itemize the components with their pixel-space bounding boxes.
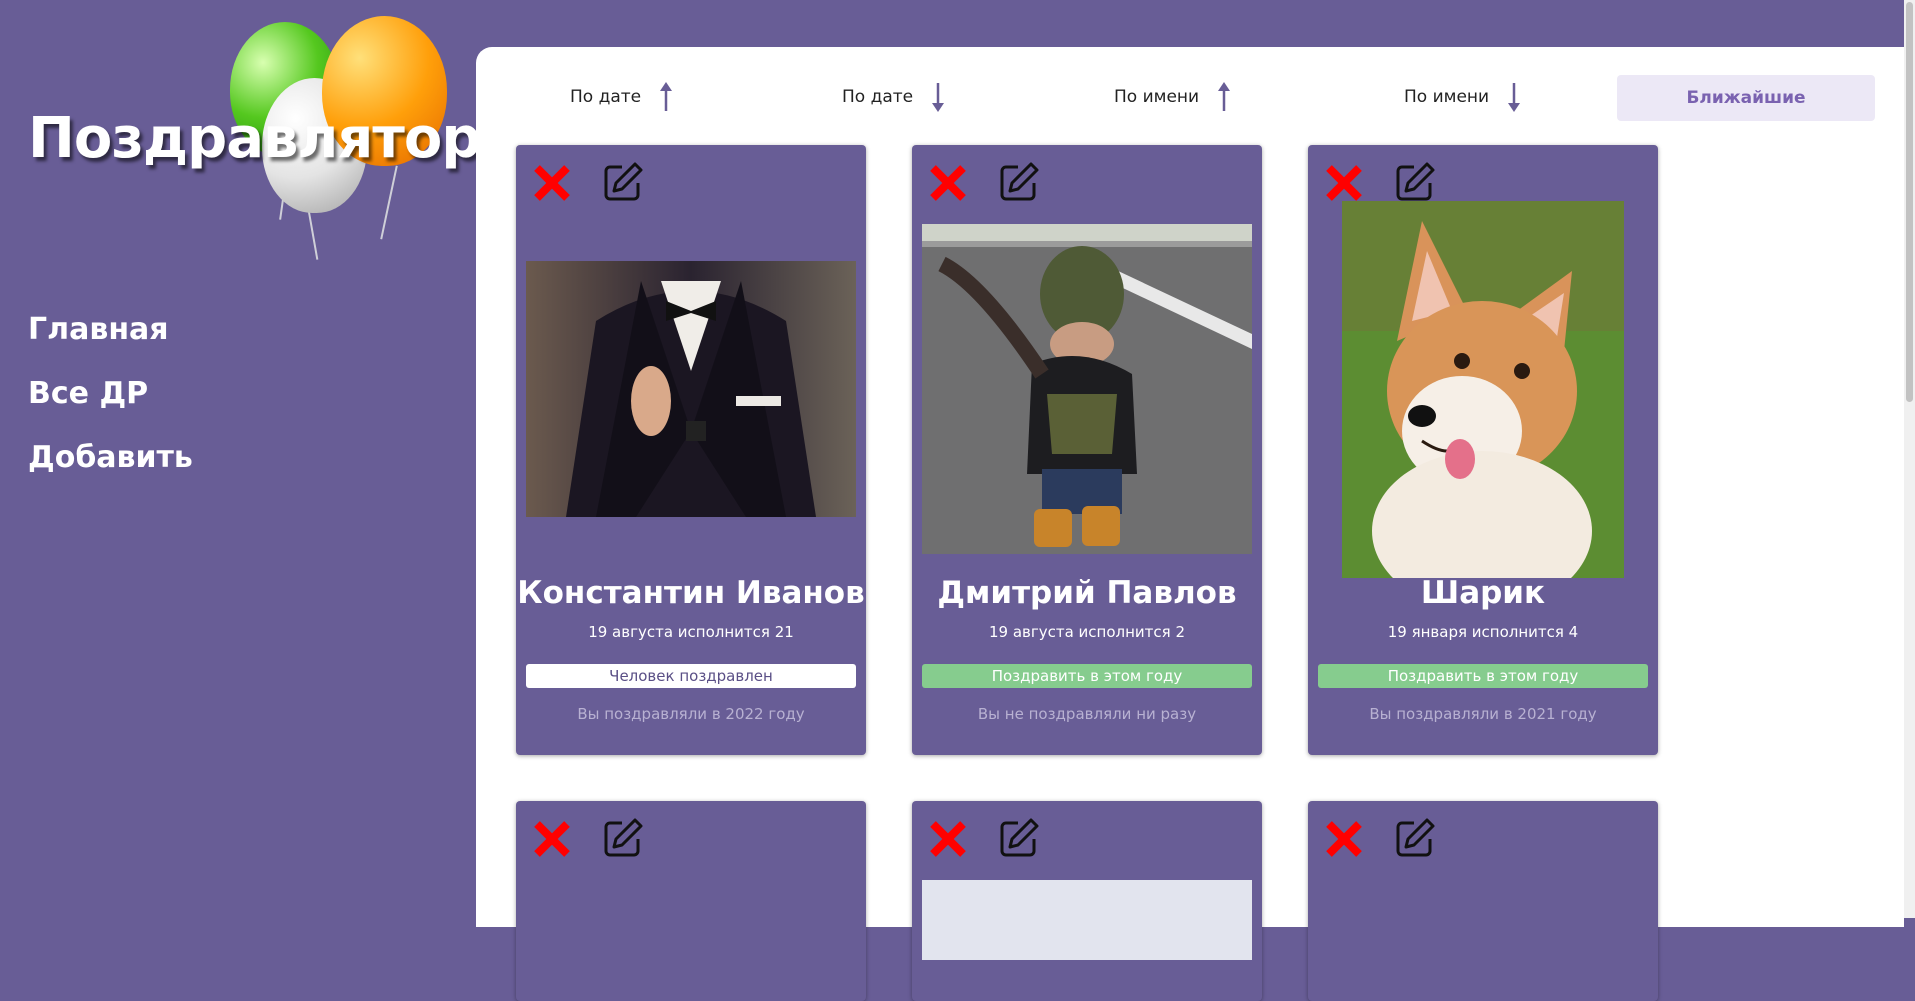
toddler-photo <box>922 224 1252 554</box>
sort-date-desc-button[interactable]: По дате <box>842 82 949 112</box>
arrow-up-icon <box>660 82 673 111</box>
birthday-card: Дмитрий Павлов 19 августа исполнится 2 П… <box>912 145 1262 755</box>
sidebar-item-all-birthdays[interactable]: Все ДР <box>28 372 193 436</box>
delete-icon[interactable] <box>1324 163 1364 203</box>
congrats-history: Вы не поздравляли ни разу <box>977 705 1197 723</box>
main-panel: По дате По дате По имени По имени Ближай… <box>476 47 1904 1001</box>
sort-label: По дате <box>842 87 914 107</box>
congratulated-button[interactable]: Человек поздравлен <box>526 664 856 688</box>
balloon-string <box>307 210 319 260</box>
person-name: Дмитрий Павлов <box>937 575 1237 611</box>
arrow-down-icon <box>1508 83 1521 112</box>
card-actions <box>1324 817 1454 859</box>
congrats-history: Вы поздравляли в 2022 году <box>577 705 805 723</box>
birthday-card: Шарик 19 января исполнится 4 Поздравить … <box>1308 145 1658 755</box>
scrollbar-thumb[interactable] <box>1906 2 1913 402</box>
delete-icon[interactable] <box>532 819 572 859</box>
sort-label: По имени <box>1114 87 1200 107</box>
person-name: Шарик <box>1420 575 1546 611</box>
delete-icon[interactable] <box>532 163 572 203</box>
edit-icon[interactable] <box>1394 161 1436 203</box>
delete-icon[interactable] <box>928 163 968 203</box>
birthday-date: 19 августа исполнится 21 <box>588 623 794 641</box>
congratulate-this-year-button[interactable]: Поздравить в этом году <box>1318 664 1648 688</box>
congratulate-this-year-button[interactable]: Поздравить в этом году <box>922 664 1252 688</box>
birthday-card <box>516 801 866 1001</box>
birthday-date: 19 августа исполнится 2 <box>988 623 1186 641</box>
birthday-date: 19 января исполнится 4 <box>1387 623 1579 641</box>
sort-date-asc-button[interactable]: По дате <box>570 82 677 112</box>
edit-icon[interactable] <box>998 161 1040 203</box>
sidebar-item-home[interactable]: Главная <box>28 308 193 372</box>
photo-placeholder <box>922 880 1252 960</box>
card-actions <box>928 161 1058 203</box>
sidebar-nav: Главная Все ДР Добавить <box>28 308 193 500</box>
edit-icon[interactable] <box>602 161 644 203</box>
logo-text: Поздравлятор <box>28 106 481 171</box>
sort-label: По имени <box>1404 87 1490 107</box>
scrollbar[interactable] <box>1904 0 1915 918</box>
person-name: Константин Иванов <box>517 575 865 611</box>
birthday-card: Константин Иванов 19 августа исполнится … <box>516 145 866 755</box>
man-in-suit-photo <box>526 261 856 517</box>
card-actions <box>532 817 662 859</box>
edit-icon[interactable] <box>1394 817 1436 859</box>
delete-icon[interactable] <box>928 819 968 859</box>
delete-icon[interactable] <box>1324 819 1364 859</box>
arrow-down-icon <box>932 83 945 112</box>
card-actions <box>1324 161 1454 203</box>
logo[interactable]: Поздравлятор <box>0 0 481 290</box>
balloon-string <box>380 165 398 240</box>
birthday-card <box>1308 801 1658 1001</box>
corgi-photo <box>1342 201 1624 578</box>
sidebar-item-add[interactable]: Добавить <box>28 436 193 500</box>
sort-bar: По дате По дате По имени По имени Ближай… <box>476 47 1904 147</box>
edit-icon[interactable] <box>998 817 1040 859</box>
arrow-up-icon <box>1218 82 1231 111</box>
congrats-history: Вы поздравляли в 2021 году <box>1369 705 1597 723</box>
sort-name-asc-button[interactable]: По имени <box>1114 82 1235 112</box>
sort-name-desc-button[interactable]: По имени <box>1404 82 1525 112</box>
card-actions <box>928 817 1058 859</box>
card-actions <box>532 161 662 203</box>
nearest-button[interactable]: Ближайшие <box>1617 75 1875 121</box>
birthday-card <box>912 801 1262 1001</box>
edit-icon[interactable] <box>602 817 644 859</box>
sort-label: По дате <box>570 87 642 107</box>
